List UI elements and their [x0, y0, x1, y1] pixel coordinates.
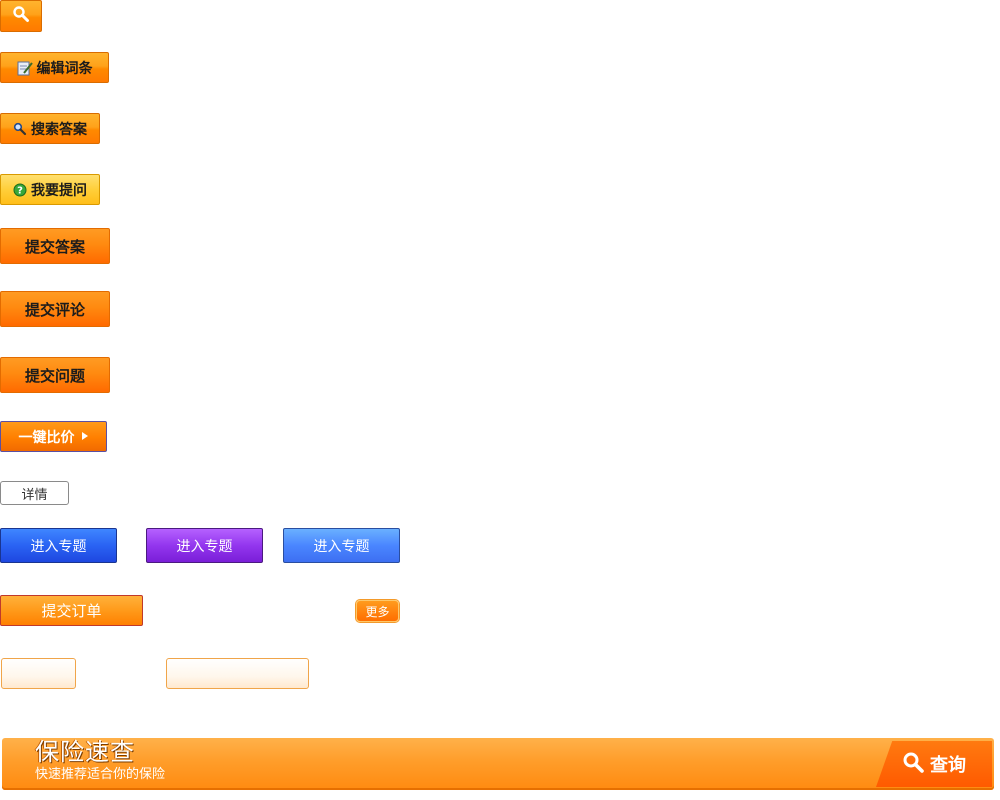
details-button[interactable]: 详情 — [0, 481, 69, 505]
compare-price-label: 一键比价 — [18, 429, 75, 446]
submit-comment-button[interactable]: 提交评论 — [0, 291, 110, 327]
search-icon — [13, 122, 27, 136]
more-button[interactable]: 更多 — [356, 600, 399, 622]
short-input-field[interactable] — [1, 658, 76, 689]
more-label: 更多 — [365, 604, 390, 619]
insurance-quick-check-banner: 保险速查 快速推荐适合你的保险 查询 — [2, 738, 994, 790]
banner-subtitle: 快速推荐适合你的保险 — [35, 767, 166, 782]
search-answer-label: 搜索答案 — [31, 121, 87, 138]
enter-topic-button-blue[interactable]: 进入专题 — [0, 528, 117, 563]
edit-entry-label: 编辑词条 — [36, 60, 93, 77]
search-answer-button[interactable]: 搜索答案 — [0, 113, 100, 144]
enter-topic-button-purple[interactable]: 进入专题 — [146, 528, 263, 563]
ask-question-label: 我要提问 — [31, 182, 87, 199]
edit-icon — [17, 60, 33, 76]
question-icon: ? — [13, 183, 27, 197]
details-label: 详情 — [21, 487, 48, 503]
submit-answer-label: 提交答案 — [24, 237, 85, 256]
edit-entry-button[interactable]: 编辑词条 — [0, 52, 109, 83]
search-icon — [902, 751, 924, 778]
enter-topic-label: 进入专题 — [176, 538, 233, 555]
submit-question-label: 提交问题 — [24, 366, 85, 385]
submit-answer-button[interactable]: 提交答案 — [0, 228, 110, 264]
submit-question-button[interactable]: 提交问题 — [0, 357, 110, 393]
compare-price-button[interactable]: 一键比价 — [0, 421, 107, 452]
enter-topic-button-light-blue[interactable]: 进入专题 — [283, 528, 400, 563]
banner-title: 保险速查 — [35, 738, 135, 766]
query-label: 查询 — [930, 755, 966, 776]
enter-topic-label: 进入专题 — [313, 538, 370, 555]
enter-topic-label: 进入专题 — [30, 538, 87, 555]
submit-order-button[interactable]: 提交订单 — [0, 595, 143, 626]
long-input-field[interactable] — [166, 658, 309, 689]
search-icon — [12, 5, 30, 27]
submit-comment-label: 提交评论 — [24, 300, 85, 319]
svg-text:?: ? — [17, 185, 23, 196]
search-icon-button[interactable] — [0, 0, 42, 32]
submit-order-label: 提交订单 — [41, 602, 102, 620]
query-button[interactable]: 查询 — [876, 741, 992, 787]
ask-question-button[interactable]: ? 我要提问 — [0, 174, 100, 205]
play-arrow-icon — [81, 429, 89, 445]
